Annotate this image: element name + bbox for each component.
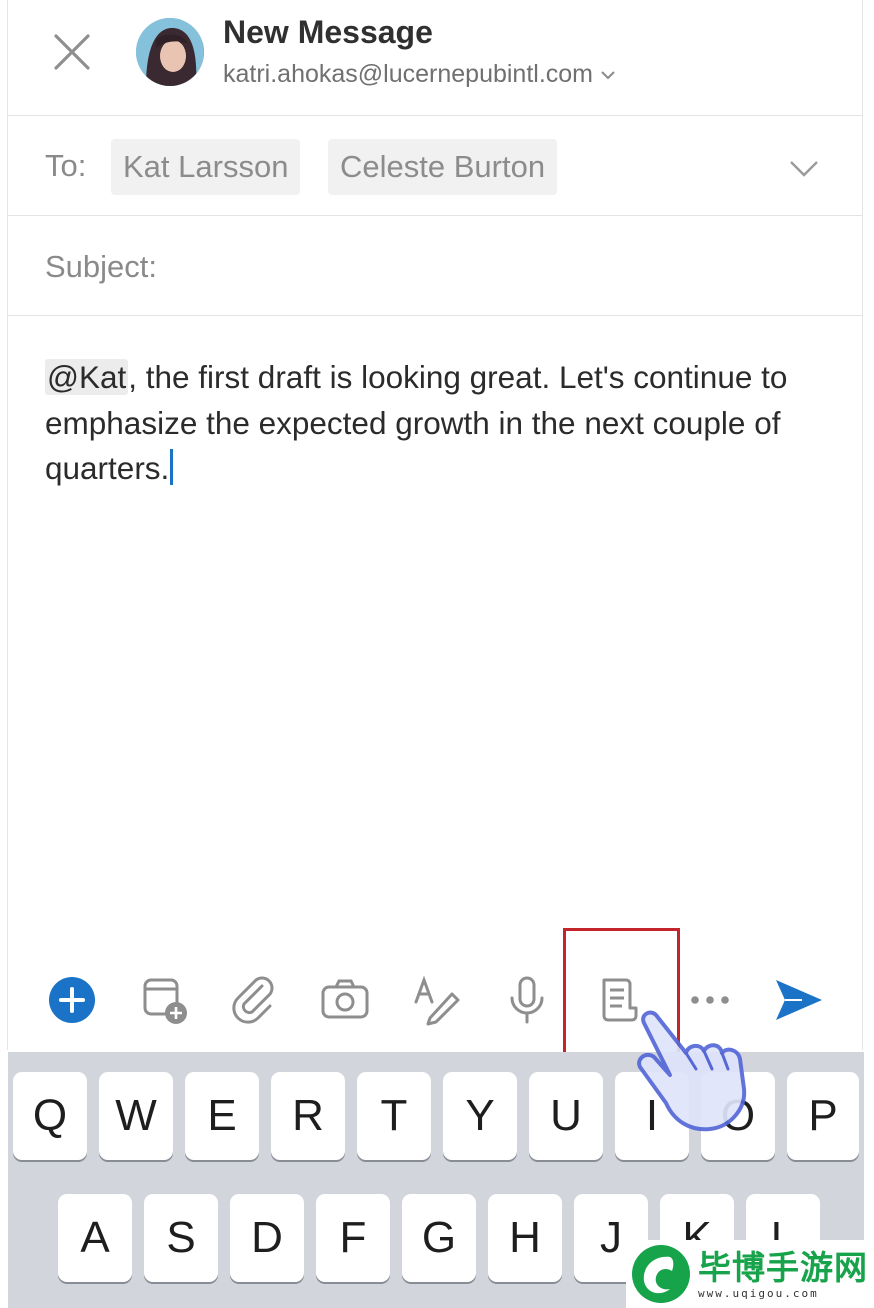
account-email: katri.ahokas@lucernepubintl.com (223, 60, 594, 88)
compose-screen: New Message katri.ahokas@lucernepubintl.… (0, 0, 874, 1308)
watermark-logo-icon (632, 1245, 690, 1303)
expand-recipients-button[interactable] (788, 152, 820, 184)
draw-icon (414, 975, 460, 1026)
frame-edge-left (7, 0, 8, 1050)
mention-tag[interactable]: @Kat (45, 359, 129, 395)
key-d[interactable]: D (230, 1194, 304, 1282)
chevron-down-icon (601, 70, 615, 79)
camera-button[interactable] (313, 960, 377, 1040)
key-w[interactable]: W (99, 1072, 173, 1160)
add-button[interactable] (40, 960, 104, 1040)
paperclip-icon (232, 976, 274, 1024)
recipient-chip[interactable]: Kat Larsson (111, 139, 301, 195)
page-title: New Message (223, 14, 433, 50)
subject-input[interactable] (186, 240, 830, 294)
recipient-chip[interactable]: Celeste Burton (328, 139, 558, 195)
watermark-text-block: 毕博手游网 www.uqigou.com (698, 1247, 868, 1300)
send-icon (776, 980, 822, 1020)
close-icon (54, 34, 90, 70)
send-button[interactable] (766, 960, 830, 1040)
draw-button[interactable] (404, 960, 468, 1040)
key-u[interactable]: U (529, 1072, 603, 1160)
calendar-add-icon (143, 978, 187, 1024)
camera-icon (321, 979, 369, 1019)
watermark: 毕博手游网 www.uqigou.com (626, 1240, 874, 1308)
message-text: , the first draft is looking great. Let'… (45, 359, 788, 486)
calendar-add-button[interactable] (132, 960, 196, 1040)
more-icon (691, 996, 729, 1004)
compose-toolbar (0, 960, 874, 1050)
key-i[interactable]: I (615, 1072, 689, 1160)
frame-edge-right (862, 0, 863, 1050)
to-divider (8, 215, 862, 216)
watermark-title: 毕博手游网 (698, 1247, 868, 1287)
microphone-icon (510, 976, 544, 1024)
key-s[interactable]: S (144, 1194, 218, 1282)
message-body[interactable]: @Kat, the first draft is looking great. … (45, 355, 845, 492)
key-h[interactable]: H (488, 1194, 562, 1282)
key-r[interactable]: R (271, 1072, 345, 1160)
watermark-url: www.uqigou.com (698, 1286, 819, 1300)
header-divider (8, 115, 862, 116)
key-o[interactable]: O (701, 1072, 775, 1160)
text-cursor (170, 449, 174, 485)
key-g[interactable]: G (402, 1194, 476, 1282)
highlight-box (563, 928, 680, 1057)
avatar-photo (136, 18, 204, 86)
subject-divider (8, 315, 862, 316)
dictate-button[interactable] (495, 960, 559, 1040)
key-a[interactable]: A (58, 1194, 132, 1282)
key-y[interactable]: Y (443, 1072, 517, 1160)
chevron-down-icon (790, 161, 818, 177)
add-icon (49, 977, 95, 1023)
key-e[interactable]: E (185, 1072, 259, 1160)
to-label: To: (45, 148, 87, 183)
key-f[interactable]: F (316, 1194, 390, 1282)
key-q[interactable]: Q (13, 1072, 87, 1160)
more-button[interactable] (678, 960, 742, 1040)
attach-button[interactable] (222, 960, 286, 1040)
compose-header: New Message katri.ahokas@lucernepubintl.… (0, 0, 874, 115)
subject-label: Subject: (45, 249, 158, 284)
close-button[interactable] (48, 28, 96, 76)
key-t[interactable]: T (357, 1072, 431, 1160)
account-selector[interactable]: katri.ahokas@lucernepubintl.com (223, 60, 617, 89)
key-p[interactable]: P (787, 1072, 859, 1160)
avatar (136, 18, 204, 86)
